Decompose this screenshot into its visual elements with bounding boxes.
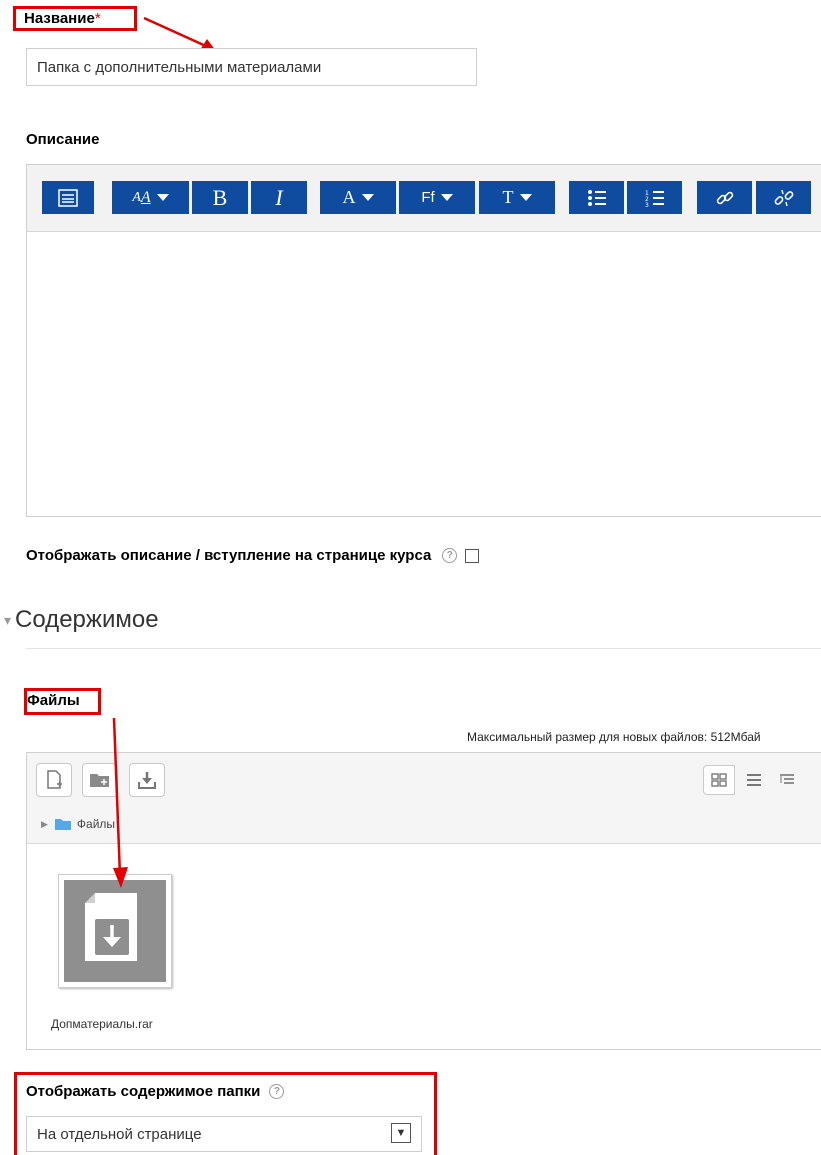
description-label: Описание [26,131,100,148]
display-mode-label: Отображать содержимое папки [26,1083,261,1100]
link-icon[interactable] [697,181,752,214]
bold-icon[interactable]: B [192,181,248,214]
name-input[interactable] [26,48,477,86]
editor-toolbar: AA B I A Ff T 123 [27,165,821,232]
add-file-icon [47,770,62,789]
font-color-icon[interactable]: A [320,181,396,214]
section-divider [26,648,821,649]
italic-icon[interactable]: I [251,181,307,214]
view-list-button[interactable] [738,765,770,795]
download-all-button[interactable] [129,763,165,797]
display-mode-select[interactable]: На отдельной странице ▼ [26,1116,422,1152]
help-icon[interactable]: ? [269,1084,285,1099]
breadcrumb[interactable]: ▶ Файлы [41,817,115,831]
max-size-note: Максимальный размер для новых файлов: 51… [467,730,761,744]
list-view-icon [747,774,761,786]
show-description-label: Отображать описание / вступление на стра… [26,547,432,564]
collapse-toggle-icon[interactable]: ▾ [4,612,11,629]
file-name[interactable]: Допматериалы.rar [51,1017,153,1031]
highlight-box-files [24,688,101,715]
text-style-icon[interactable]: T [479,181,555,214]
file-path-bar: ▶ Файлы [27,807,821,844]
chevron-down-icon[interactable]: ▼ [391,1123,411,1143]
show-description-checkbox[interactable] [465,548,480,563]
numbered-list-icon[interactable]: 123 [627,181,682,214]
folder-icon [54,819,71,830]
content-section-header[interactable]: ▾ Содержимое [4,606,159,634]
grid-view-icon [711,773,727,787]
download-icon [138,772,156,789]
help-icon[interactable]: ? [442,548,458,563]
font-family-icon[interactable]: Ff [399,181,475,214]
description-editor[interactable]: AA B I A Ff T 123 [26,164,821,517]
font-size-icon[interactable]: AA [112,181,189,214]
section-title: Содержимое [15,606,159,633]
highlight-box-name [13,6,137,31]
unlink-icon[interactable] [756,181,811,214]
expand-arrow-icon[interactable]: ▶ [41,819,48,830]
select-value: На отдельной странице [37,1126,202,1143]
display-mode-row: Отображать содержимое папки ? [26,1083,285,1100]
tree-view-icon [780,774,794,784]
add-file-button[interactable] [36,763,72,797]
file-picker: ▶ Файлы Допматериалы.rar [26,752,821,1050]
view-tree-button[interactable] [771,765,803,795]
bullet-list-icon[interactable] [569,181,624,214]
view-icons-button[interactable] [703,765,735,795]
file-picker-toolbar [27,753,821,808]
toolbar-toggle-icon[interactable] [42,181,94,214]
svg-text:3: 3 [645,202,649,207]
show-description-row: Отображать описание / вступление на стра… [26,547,480,564]
annotation-arrow-files [112,717,128,888]
